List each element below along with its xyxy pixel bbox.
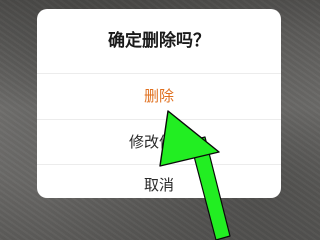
delete-confirm-dialog: 确定删除吗？ 删除 修改信息 取消: [37, 9, 281, 198]
edit-info-button[interactable]: 修改信息: [37, 120, 281, 164]
cancel-button[interactable]: 取消: [37, 165, 281, 198]
dialog-title: 确定删除吗？: [108, 31, 210, 51]
delete-button[interactable]: 删除: [37, 74, 281, 119]
